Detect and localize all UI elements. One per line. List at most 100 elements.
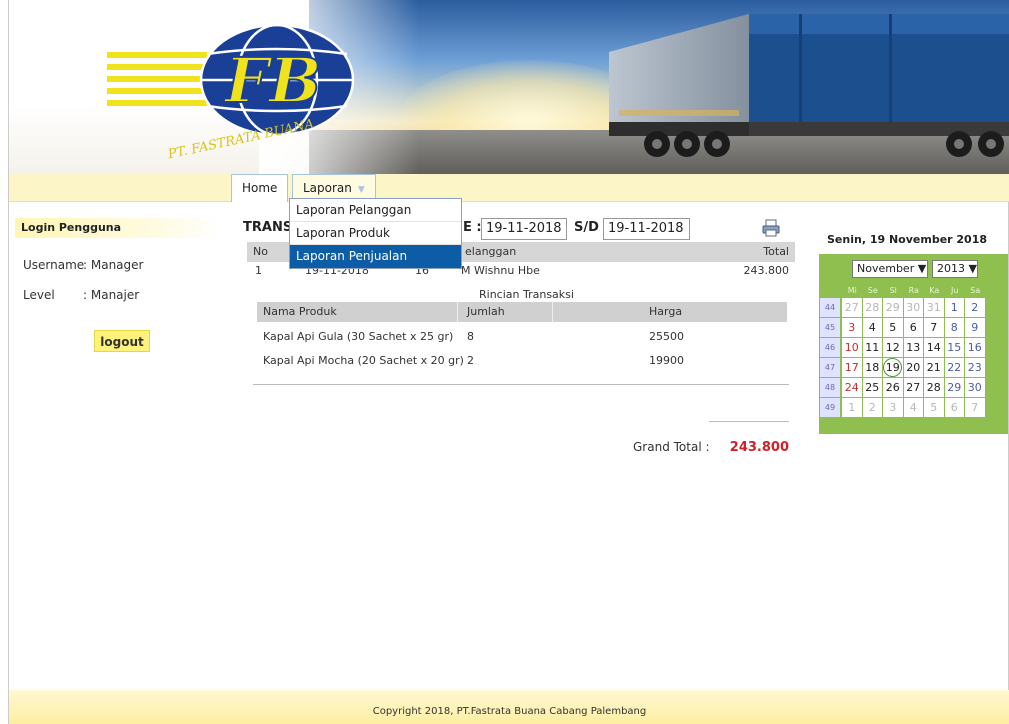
footer: Copyright 2018, PT.Fastrata Buana Cabang…: [9, 690, 1009, 724]
divider: [709, 421, 789, 422]
grand-total-value: 243.800: [729, 440, 789, 455]
calendar-date-text: Senin, 19 November 2018: [827, 233, 988, 246]
year-select[interactable]: 2013 ▼: [932, 260, 978, 278]
username-value: : Manager: [83, 258, 144, 272]
calendar-day[interactable]: 8: [944, 318, 964, 338]
calendar-dow-label: Ka: [929, 286, 940, 295]
calendar-day[interactable]: 16: [965, 338, 985, 358]
laporan-dropdown-menu: Laporan Pelanggan Laporan Produk Laporan…: [289, 198, 462, 269]
week-number: 45: [820, 318, 840, 338]
calendar-day[interactable]: 5: [883, 318, 903, 338]
menu-item-laporan-pelanggan[interactable]: Laporan Pelanggan: [290, 199, 461, 222]
level-label: Level: [23, 288, 55, 302]
menu-item-laporan-penjualan[interactable]: Laporan Penjualan: [290, 245, 461, 268]
calendar-day[interactable]: 6: [944, 398, 964, 418]
login-sidebar: Login Pengguna Username: Manager Level : …: [15, 218, 221, 352]
detail-table-header: Nama Produk Jumlah Harga: [257, 302, 787, 322]
calendar-dow-row: Mi Se Sl Ra Ka Ju Sa: [820, 284, 986, 298]
calendar-day[interactable]: 7: [965, 398, 985, 418]
sidebar-title: Login Pengguna: [15, 218, 221, 238]
calendar-day[interactable]: 6: [903, 318, 923, 338]
detail-harga: 25500: [649, 330, 684, 343]
month-select[interactable]: November ▼: [852, 260, 928, 278]
calendar-dow-label: Sa: [970, 286, 981, 295]
date-to-label: S/D: [574, 220, 599, 235]
calendar-day[interactable]: 22: [944, 358, 964, 378]
calendar-day[interactable]: 15: [944, 338, 964, 358]
page-title: TRANS: [243, 220, 293, 235]
calendar-dow-label: Sl: [889, 286, 897, 295]
menu-item-laporan-produk[interactable]: Laporan Produk: [290, 222, 461, 245]
date-from-label: E :: [463, 220, 482, 235]
calendar-day[interactable]: 31: [924, 298, 944, 318]
calendar-day[interactable]: 5: [924, 398, 944, 418]
calendar-day[interactable]: 17: [842, 358, 862, 378]
week-number: 46: [820, 338, 840, 358]
calendar-day[interactable]: 13: [903, 338, 923, 358]
detail-harga: 19900: [649, 354, 684, 367]
calendar-day[interactable]: 29: [883, 298, 903, 318]
printer-icon[interactable]: [762, 219, 780, 237]
calendar-day[interactable]: 3: [842, 318, 862, 338]
calendar-day[interactable]: 24: [842, 378, 862, 398]
list-item: Kapal Api Gula (30 Sachet x 25 gr) 8 255…: [257, 326, 787, 348]
row-no: 1: [255, 264, 262, 277]
date-to-input[interactable]: 19-11-2018: [603, 218, 690, 240]
calendar-day[interactable]: 30: [965, 378, 985, 398]
calendar-day[interactable]: 2: [862, 398, 882, 418]
calendar-day[interactable]: 21: [924, 358, 944, 378]
detail-jumlah: 8: [467, 330, 474, 343]
row-total: 243.800: [743, 264, 790, 277]
calendar-day[interactable]: 4: [862, 318, 882, 338]
nav-home-tab[interactable]: Home: [231, 174, 289, 202]
calendar-dow-label: Se: [867, 286, 878, 295]
calendar-day[interactable]: 3: [883, 398, 903, 418]
detail-nama: Kapal Api Gula (30 Sachet x 25 gr): [263, 330, 454, 343]
calendar-day[interactable]: 11: [862, 338, 882, 358]
divider: [253, 384, 789, 385]
calendar-day[interactable]: 7: [924, 318, 944, 338]
calendar-dow-label: Ju: [951, 286, 959, 295]
calendar-day[interactable]: 23: [965, 358, 985, 378]
calendar-day[interactable]: 28: [862, 298, 882, 318]
calendar-day[interactable]: 1: [944, 298, 964, 318]
calendar-day[interactable]: 2: [965, 298, 985, 318]
calendar-header: November ▼ 2013 ▼: [819, 254, 1008, 282]
grand-total-label: Grand Total :: [633, 440, 710, 454]
calendar-day[interactable]: 14: [924, 338, 944, 358]
calendar-day[interactable]: 28: [924, 378, 944, 398]
logout-button[interactable]: logout: [94, 330, 150, 352]
col-jumlah: Jumlah: [467, 305, 505, 318]
calendar-week-row: 49 1 2 3 4 5 6 7: [820, 398, 986, 418]
calendar-day[interactable]: 27: [842, 298, 862, 318]
calendar-day[interactable]: 26: [883, 378, 903, 398]
truck-image: [609, 14, 1009, 157]
calendar-day[interactable]: 29: [944, 378, 964, 398]
col-pelanggan: elanggan: [465, 245, 517, 258]
nav-laporan-label: Laporan: [303, 181, 352, 195]
col-no: No: [253, 245, 268, 258]
calendar-day[interactable]: 19: [883, 358, 903, 378]
calendar-day[interactable]: 12: [883, 338, 903, 358]
calendar-day[interactable]: 18: [862, 358, 882, 378]
col-total: Total: [763, 245, 789, 258]
page: FB PT. FASTRATA BUANA Home Laporan ▼ Lapo…: [8, 0, 1009, 724]
calendar-day[interactable]: 30: [903, 298, 923, 318]
company-logo: FB PT. FASTRATA BUANA: [107, 23, 355, 162]
calendar-day[interactable]: 25: [862, 378, 882, 398]
calendar-week-row: 44 27 28 29 30 31 1 2: [820, 298, 986, 318]
calendar-day[interactable]: 27: [903, 378, 923, 398]
week-number: 44: [820, 298, 840, 318]
month-select-value: November: [857, 262, 915, 275]
calendar-day[interactable]: 4: [903, 398, 923, 418]
week-number: 49: [820, 398, 840, 418]
date-from-input[interactable]: 19-11-2018: [481, 218, 567, 240]
calendar-day[interactable]: 1: [842, 398, 862, 418]
calendar-day[interactable]: 10: [842, 338, 862, 358]
col-harga: Harga: [649, 305, 683, 318]
detail-jumlah: 2: [467, 354, 474, 367]
calendar-day[interactable]: 20: [903, 358, 923, 378]
calendar-day[interactable]: 9: [965, 318, 985, 338]
calendar-week-row: 47 17 18 19 20 21 22 23: [820, 358, 986, 378]
username-row: Username: Manager: [23, 258, 143, 272]
